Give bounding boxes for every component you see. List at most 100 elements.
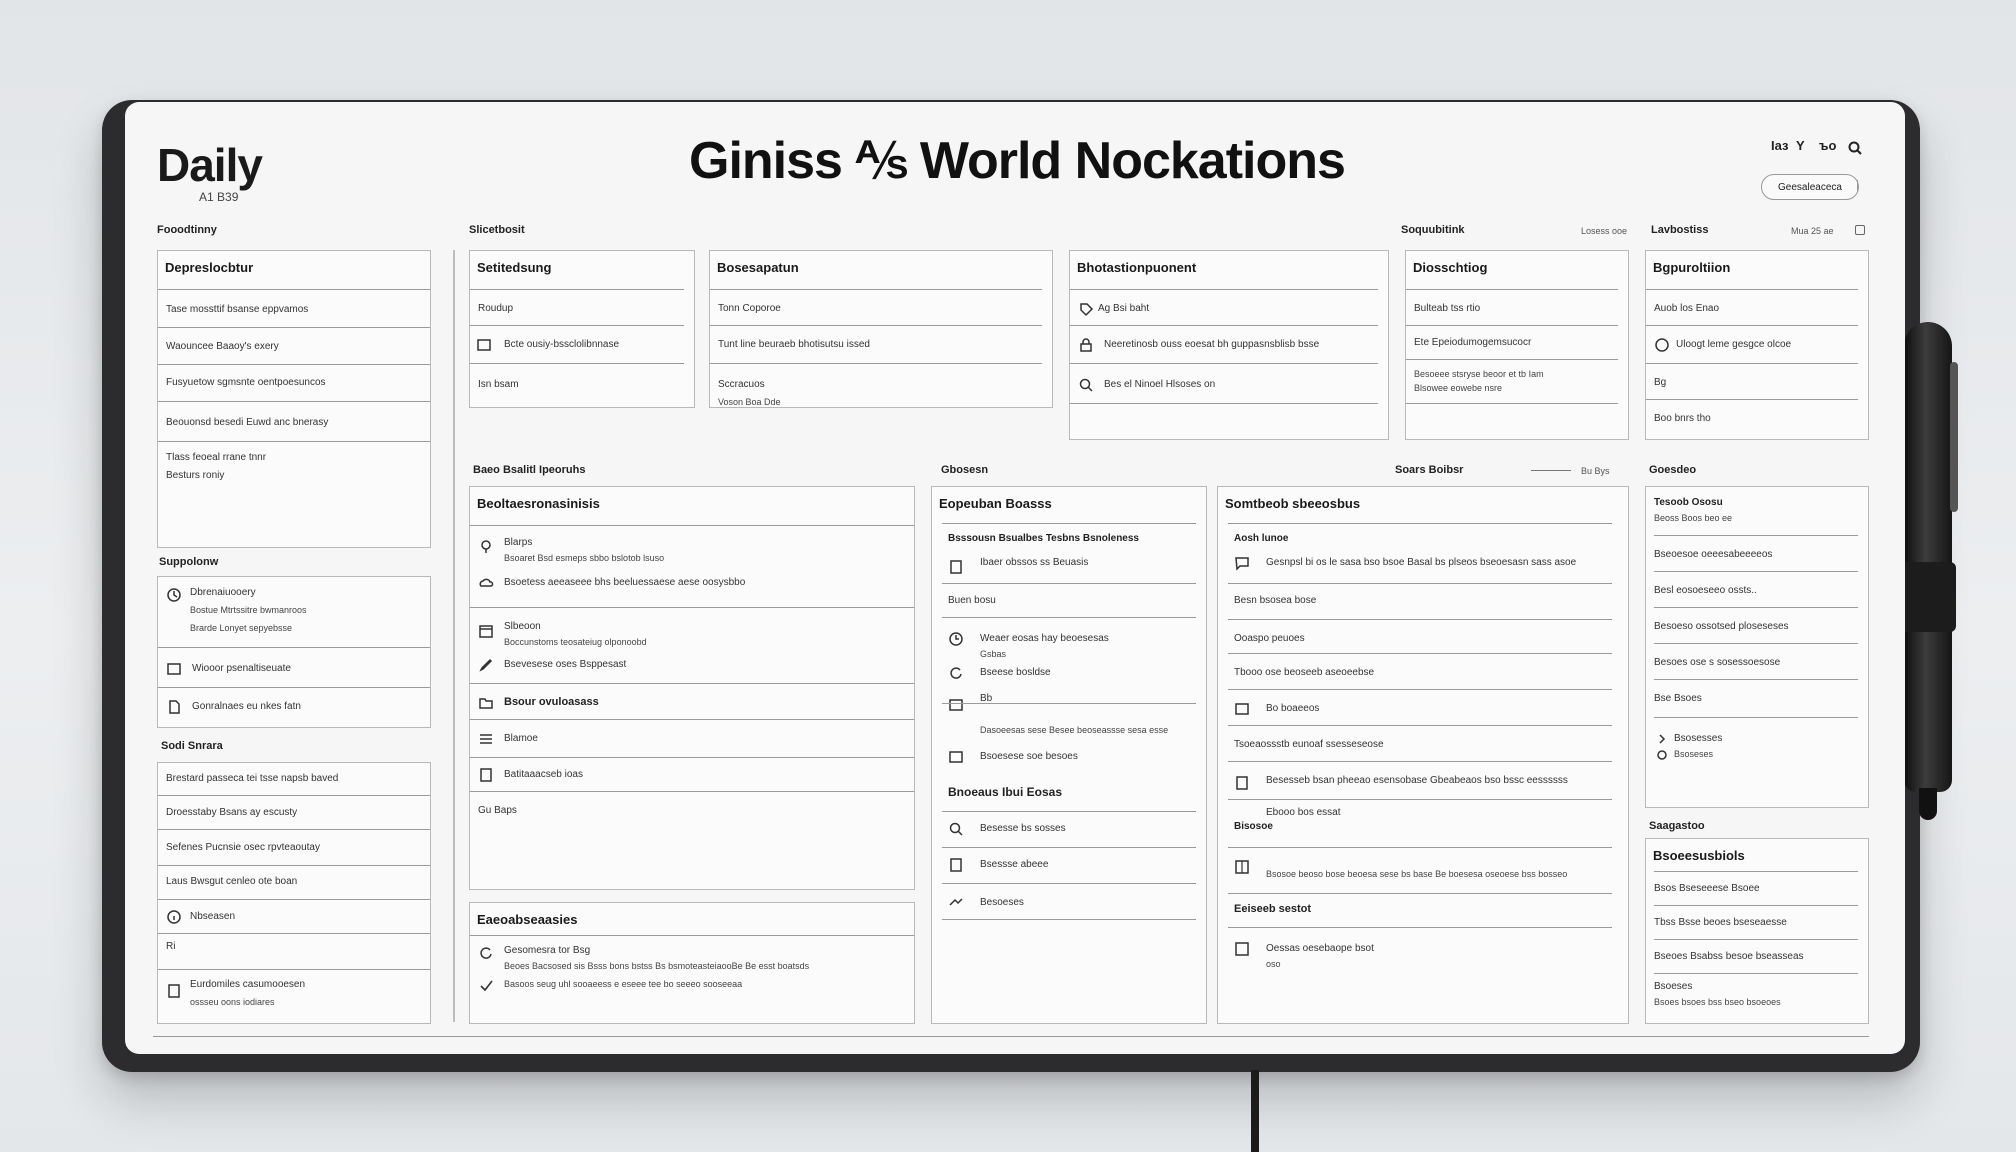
divider: [942, 703, 1196, 704]
divider: [470, 289, 684, 290]
list-item[interactable]: Bse Bsoes: [1654, 693, 1702, 704]
toolbar-button-2[interactable]: Y: [1796, 138, 1805, 153]
list-item[interactable]: Besn bsosea bose: [1234, 595, 1316, 606]
list-item[interactable]: Tunt line beuraeb bhotisutsu issed: [718, 339, 870, 350]
list-item[interactable]: Ete Epeiodumogemsucocr: [1414, 337, 1531, 348]
list-item[interactable]: Ri: [166, 941, 175, 952]
list-item[interactable]: Ag Bsi baht: [1098, 303, 1149, 314]
divider: [470, 525, 914, 526]
list-item[interactable]: Ooaspo peuoes: [1234, 633, 1305, 644]
list-item[interactable]: Bsour ovuloasass: [504, 696, 599, 708]
list-item[interactable]: Gesomesra tor Bsg: [504, 945, 590, 956]
list-item[interactable]: Auob los Enao: [1654, 303, 1719, 314]
list-item[interactable]: Slbeoon: [504, 621, 541, 632]
list-item[interactable]: Eurdomiles casumooesen: [190, 979, 305, 990]
divider: [1228, 761, 1612, 762]
header-pill-button[interactable]: Geesaleaceca: [1761, 174, 1859, 200]
check-icon: [1654, 337, 1670, 353]
list-item[interactable]: Tase mossttif bsanse eppvamos: [166, 304, 308, 315]
list-item[interactable]: Sefenes Pucnsie osec rpvteaoutay: [166, 842, 320, 853]
list-item[interactable]: Uloogt leme gesgce olcoe: [1676, 339, 1791, 350]
list-item-sub: ossseu oons iodiares: [190, 997, 275, 1007]
list-item[interactable]: Droesstaby Bsans ay escusty: [166, 807, 297, 818]
list-item[interactable]: Laus Bwsgut cenleo ote boan: [166, 876, 297, 887]
list-item[interactable]: Bsoesese soe besoes: [980, 751, 1078, 762]
edit-icon: [478, 657, 494, 673]
divider: [1406, 325, 1618, 326]
list-item[interactable]: Wiooor psenaltiseuate: [192, 663, 291, 674]
list-item[interactable]: Bseoes Bsabss besoe bseasseas: [1654, 951, 1804, 962]
list-item[interactable]: Bo boaeeos: [1266, 703, 1319, 714]
list-item[interactable]: Blamoe: [504, 733, 538, 744]
list-item[interactable]: Tlass feoeal rrane tnnr: [166, 452, 266, 463]
top-card-2: Bosesapatun Tonn Coporoe Tunt line beura…: [709, 250, 1053, 408]
list-item[interactable]: Isn bsam: [478, 379, 519, 390]
list-item-title[interactable]: Dbrenaiuooery: [190, 587, 256, 598]
list-item[interactable]: Brestard passeca tei tsse napsb baved: [166, 773, 338, 784]
checkbox-icon[interactable]: [1234, 941, 1250, 957]
list-item[interactable]: Blarps: [504, 537, 532, 548]
list-item[interactable]: Besoes ose s sosessoesose: [1654, 657, 1780, 668]
list-item[interactable]: Bseoesoe oeeesabeeeeos: [1654, 549, 1772, 560]
toolbar-button-3[interactable]: ъо: [1819, 138, 1836, 153]
list-item[interactable]: Tbooo ose beoseeb aseoeebse: [1234, 667, 1374, 678]
left-card: Depreslocbtur Tase mossttif bsanse eppva…: [157, 250, 431, 548]
divider: [1646, 289, 1858, 290]
list-item[interactable]: Bsos Bseseeese Bsoee: [1654, 883, 1760, 894]
card-title: Bsoeesusbiols: [1653, 848, 1745, 863]
divider: [1228, 619, 1612, 620]
list-item[interactable]: Bes el Ninoel Hlsoses on: [1104, 379, 1215, 390]
list-item[interactable]: Fusyuetow sgmsnte oentpoesuncos: [166, 377, 326, 388]
list-item[interactable]: Roudup: [478, 303, 513, 314]
list-item[interactable]: Buen bosu: [948, 595, 996, 606]
list-item[interactable]: Neeretinosb ouss eoesat bh guppasnsblisb…: [1104, 339, 1319, 350]
list-item[interactable]: Gonralnaes eu nkes fatn: [192, 701, 301, 712]
section-label: Goesdeo: [1649, 464, 1697, 476]
list-item[interactable]: Gesnpsl bi os le sasa bso bsoe Basal bs …: [1266, 557, 1576, 568]
list-item[interactable]: Bsosesses: [1674, 733, 1722, 744]
section-label: Soars Boibsr: [1395, 464, 1464, 476]
divider: [1531, 470, 1571, 471]
list-item[interactable]: Gu Baps: [478, 805, 517, 816]
list-item[interactable]: Besturs roniy: [166, 470, 224, 481]
list-item-title[interactable]: Tesoob Ososu: [1654, 497, 1723, 508]
list-item[interactable]: Tonn Coporoe: [718, 303, 781, 314]
circle-icon: [1654, 747, 1670, 763]
list-item[interactable]: Boo bnrs tho: [1654, 413, 1711, 424]
divider: [158, 795, 430, 796]
list-item[interactable]: Oessas oesebaope bsot: [1266, 943, 1374, 954]
list-item[interactable]: Beouonsd besedi Euwd anc bnerasy: [166, 417, 328, 428]
subhead: Bisosoe: [1234, 821, 1273, 832]
divider: [1406, 289, 1618, 290]
list-item[interactable]: Nbseasen: [190, 911, 235, 922]
divider: [158, 933, 430, 934]
list-item[interactable]: Ibaer obssos ss Beuasis: [980, 557, 1088, 568]
list-item[interactable]: Tsoeaossstb eunoaf ssesseseose: [1234, 739, 1384, 750]
list-item[interactable]: Sccracuos: [718, 379, 765, 390]
list-item[interactable]: Waouncee Baaoy's exery: [166, 341, 279, 352]
list-item[interactable]: Bsoeses: [1654, 981, 1692, 992]
list-item[interactable]: Batitaaacseb ioas: [504, 769, 583, 780]
list-item[interactable]: Bseese bosldse: [980, 667, 1051, 678]
search-icon[interactable]: [1847, 140, 1863, 156]
cloud-icon: [478, 575, 494, 591]
list-item[interactable]: Besl eosoeseeo ossts..: [1654, 585, 1757, 596]
divider: [1228, 725, 1612, 726]
list-item[interactable]: Ebooo bos essat: [1266, 807, 1341, 818]
list-item[interactable]: Bg: [1654, 377, 1666, 388]
list-item[interactable]: Tbss Bsse beoes bseseaesse: [1654, 917, 1787, 928]
list-item[interactable]: Besoeses: [980, 897, 1024, 908]
list-item[interactable]: Besoeso ossotsed ploseseses: [1654, 621, 1789, 632]
list-item[interactable]: Weaer eosas hay beoesesas: [980, 633, 1109, 644]
list-item[interactable]: Bcte ousiy-bssclolibnnase: [504, 339, 619, 350]
card-title: Bgpuroltiion: [1653, 260, 1731, 275]
list-item[interactable]: Besesseb bsan pheeao esensobase Gbeabeao…: [1266, 775, 1568, 786]
list-item[interactable]: Bulteab tss rtio: [1414, 303, 1480, 314]
divider: [470, 607, 914, 608]
list-item[interactable]: Bsevesese oses Bsppesast: [504, 659, 626, 670]
toolbar-button-1[interactable]: Iаз: [1771, 138, 1788, 153]
list-item[interactable]: Bsoetess aeeaseee bhs beeluessaese aese …: [504, 577, 745, 588]
divider: [1654, 535, 1858, 536]
list-item[interactable]: Besesse bs sosses: [980, 823, 1066, 834]
list-item[interactable]: Bsessse abeee: [980, 859, 1048, 870]
